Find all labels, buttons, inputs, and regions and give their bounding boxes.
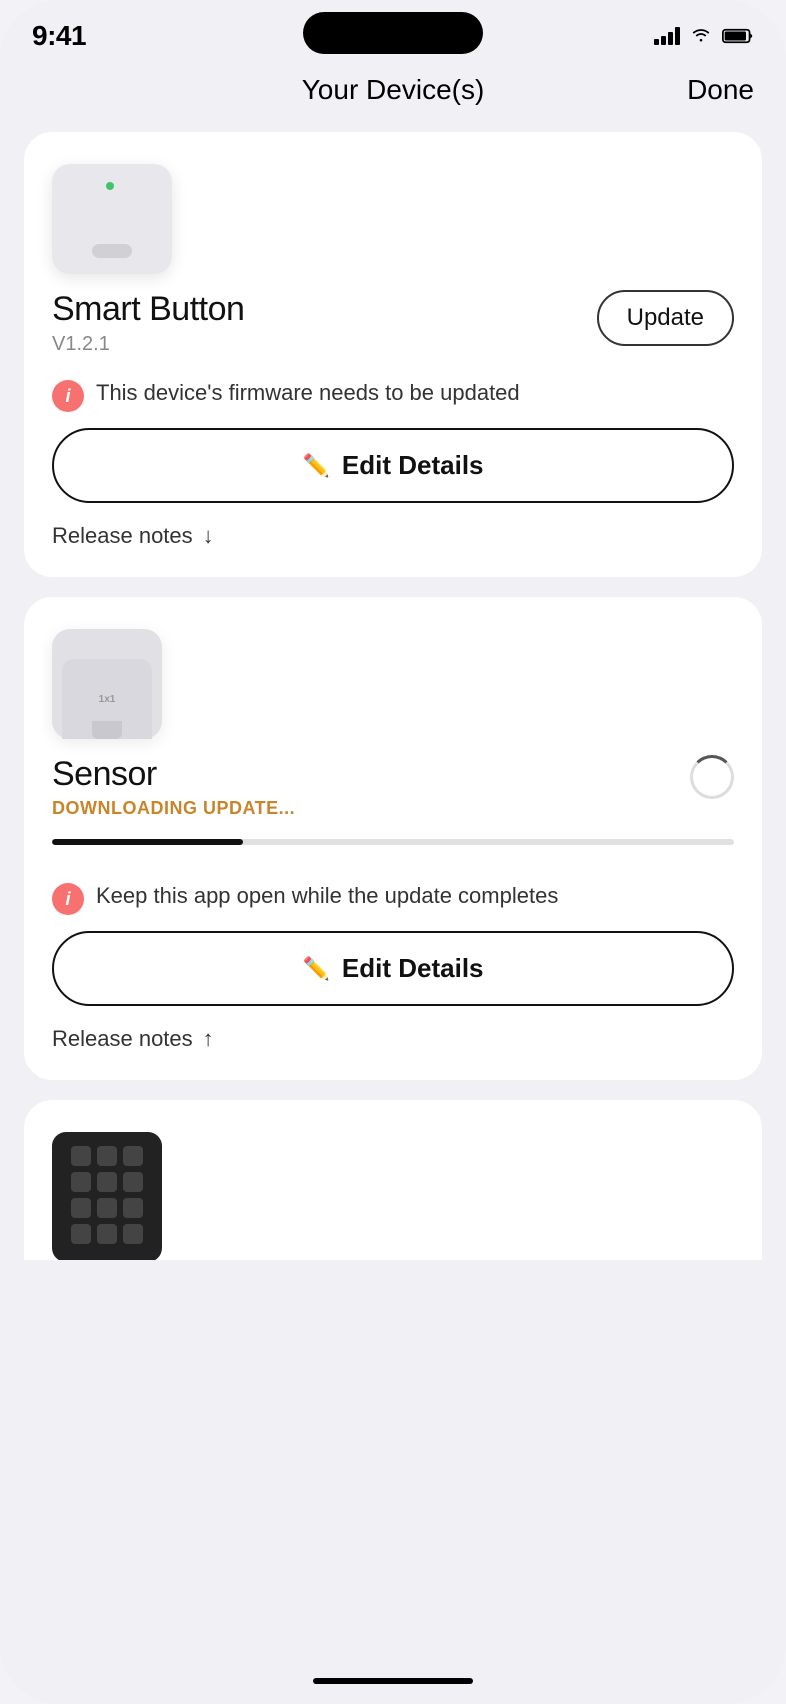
- release-notes-row-smart-button[interactable]: Release notes ↓: [52, 523, 734, 549]
- update-button-smart-button[interactable]: Update: [597, 290, 734, 346]
- keypad-row-4: [71, 1224, 143, 1244]
- keypad-row-3: [71, 1198, 143, 1218]
- device-name-block-smart-button: Smart Button V1.2.1: [52, 290, 244, 356]
- smart-button-led: [106, 182, 114, 190]
- signal-bars-icon: [654, 27, 680, 45]
- warning-icon-sensor: i: [52, 883, 84, 915]
- downloading-status-sensor: DOWNLOADING UPDATE...: [52, 798, 295, 819]
- header: Your Device(s) Done: [0, 56, 786, 116]
- edit-details-button-smart-button[interactable]: ✏️ Edit Details: [52, 428, 734, 503]
- release-notes-label-sensor: Release notes: [52, 1026, 193, 1052]
- edit-details-button-sensor[interactable]: ✏️ Edit Details: [52, 931, 734, 1006]
- pencil-icon-smart-button: ✏️: [303, 453, 330, 479]
- battery-icon: [722, 27, 754, 45]
- progress-bar-fill-sensor: [52, 839, 243, 845]
- edit-details-label-smart-button: Edit Details: [342, 450, 484, 481]
- sensor-image: 1x1: [52, 629, 162, 739]
- device-name-block-sensor: Sensor DOWNLOADING UPDATE...: [52, 755, 295, 819]
- pencil-icon-sensor: ✏️: [303, 956, 330, 982]
- status-time: 9:41: [32, 20, 86, 52]
- phone-shell: 9:41 Your Device(s: [0, 0, 786, 1704]
- keypad-row-2: [71, 1172, 143, 1192]
- device-name-smart-button: Smart Button: [52, 290, 244, 329]
- dynamic-island: [303, 12, 483, 54]
- downloading-spinner-sensor: [690, 755, 734, 799]
- done-button[interactable]: Done: [687, 74, 754, 106]
- release-notes-row-sensor[interactable]: Release notes ↑: [52, 1026, 734, 1052]
- progress-bar-sensor: [52, 839, 734, 845]
- smart-button-image: [52, 164, 172, 274]
- device-image-area-smart-button: [52, 164, 734, 274]
- device-card-partial-keypad: [24, 1100, 762, 1260]
- release-notes-arrow-smart-button: ↓: [203, 523, 214, 549]
- keypad-row-1: [71, 1146, 143, 1166]
- status-icons: [654, 26, 754, 47]
- device-version-smart-button: V1.2.1: [52, 333, 244, 356]
- release-notes-arrow-sensor: ↑: [203, 1026, 214, 1052]
- wifi-icon: [690, 26, 712, 47]
- warning-row-smart-button: i This device's firmware needs to be upd…: [52, 378, 734, 412]
- warning-text-smart-button: This device's firmware needs to be updat…: [96, 378, 520, 409]
- scroll-content: Smart Button V1.2.1 Update i This device…: [0, 116, 786, 1668]
- page-title: Your Device(s): [302, 74, 485, 106]
- warning-icon-smart-button: i: [52, 380, 84, 412]
- release-notes-label-smart-button: Release notes: [52, 523, 193, 549]
- device-name-sensor: Sensor: [52, 755, 295, 794]
- device-info-row-smart-button: Smart Button V1.2.1 Update: [52, 290, 734, 356]
- status-bar: 9:41: [0, 0, 786, 56]
- warning-row-sensor: i Keep this app open while the update co…: [52, 881, 734, 915]
- edit-details-label-sensor: Edit Details: [342, 953, 484, 984]
- keypad-image: [52, 1132, 162, 1260]
- sensor-stand: [92, 721, 122, 739]
- warning-text-sensor: Keep this app open while the update comp…: [96, 881, 558, 912]
- device-card-sensor: 1x1 Sensor DOWNLOADING UPDATE... i: [24, 597, 762, 1080]
- device-image-area-sensor: 1x1: [52, 629, 734, 739]
- device-card-smart-button: Smart Button V1.2.1 Update i This device…: [24, 132, 762, 577]
- device-info-row-sensor: Sensor DOWNLOADING UPDATE...: [52, 755, 734, 819]
- home-indicator: [313, 1678, 473, 1684]
